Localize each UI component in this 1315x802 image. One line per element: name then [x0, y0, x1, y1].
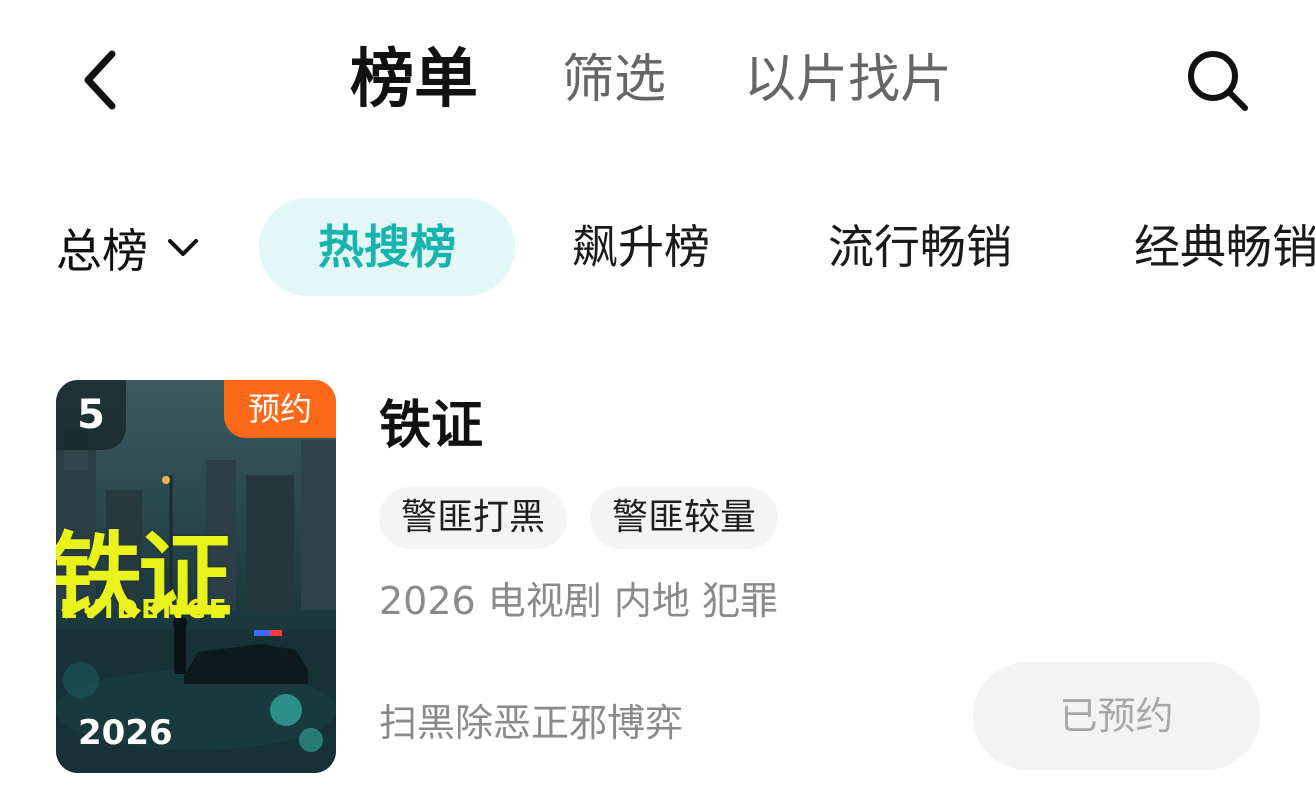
chip-popular-bestseller[interactable]: 流行畅销	[828, 198, 1012, 296]
tab-find-by-film[interactable]: 以片找片	[744, 38, 952, 122]
genre-tag[interactable]: 警匪打黑	[379, 487, 568, 549]
poster-subtitle-art: EVIDENCE	[60, 595, 230, 625]
list-item[interactable]: 铁证 EVIDENCE 5 预约 2026 铁证 警匪打黑 警匪较量 2026 …	[0, 380, 1315, 780]
item-description: 扫黑除恶正邪博弈	[379, 701, 684, 745]
item-meta: 2026 电视剧 内地 犯罪	[379, 579, 778, 623]
search-icon	[1188, 51, 1248, 111]
rank-badge: 5	[56, 380, 126, 450]
chip-rising[interactable]: 飙升榜	[572, 198, 710, 296]
poster-image[interactable]: 铁证 EVIDENCE 5 预约 2026	[56, 380, 336, 773]
ranking-page: 榜单 筛选 以片找片 总榜 热搜榜 飙升榜 流行畅销 经典畅销 铁证 EVIDE…	[0, 0, 1315, 802]
overall-ranking-dropdown[interactable]: 总榜	[56, 208, 200, 288]
search-button[interactable]	[1176, 42, 1260, 120]
reserved-button[interactable]: 已预约	[973, 662, 1260, 770]
ranking-filter-row: 总榜 热搜榜 飙升榜 流行畅销 经典畅销	[0, 198, 1315, 298]
item-title[interactable]: 铁证	[379, 394, 483, 458]
chip-hot-search[interactable]: 热搜榜	[259, 198, 515, 296]
chip-classic-bestseller[interactable]: 经典畅销	[1134, 198, 1315, 296]
genre-tag[interactable]: 警匪较量	[590, 487, 779, 549]
chevron-down-icon	[168, 239, 198, 256]
reservation-badge: 预约	[224, 380, 336, 438]
poster-year: 2026	[78, 713, 173, 753]
back-button[interactable]	[60, 38, 140, 122]
dropdown-label: 总榜	[56, 224, 148, 278]
chevron-left-icon	[84, 50, 116, 110]
tab-ranking[interactable]: 榜单	[350, 38, 478, 122]
tab-filter[interactable]: 筛选	[562, 38, 666, 122]
